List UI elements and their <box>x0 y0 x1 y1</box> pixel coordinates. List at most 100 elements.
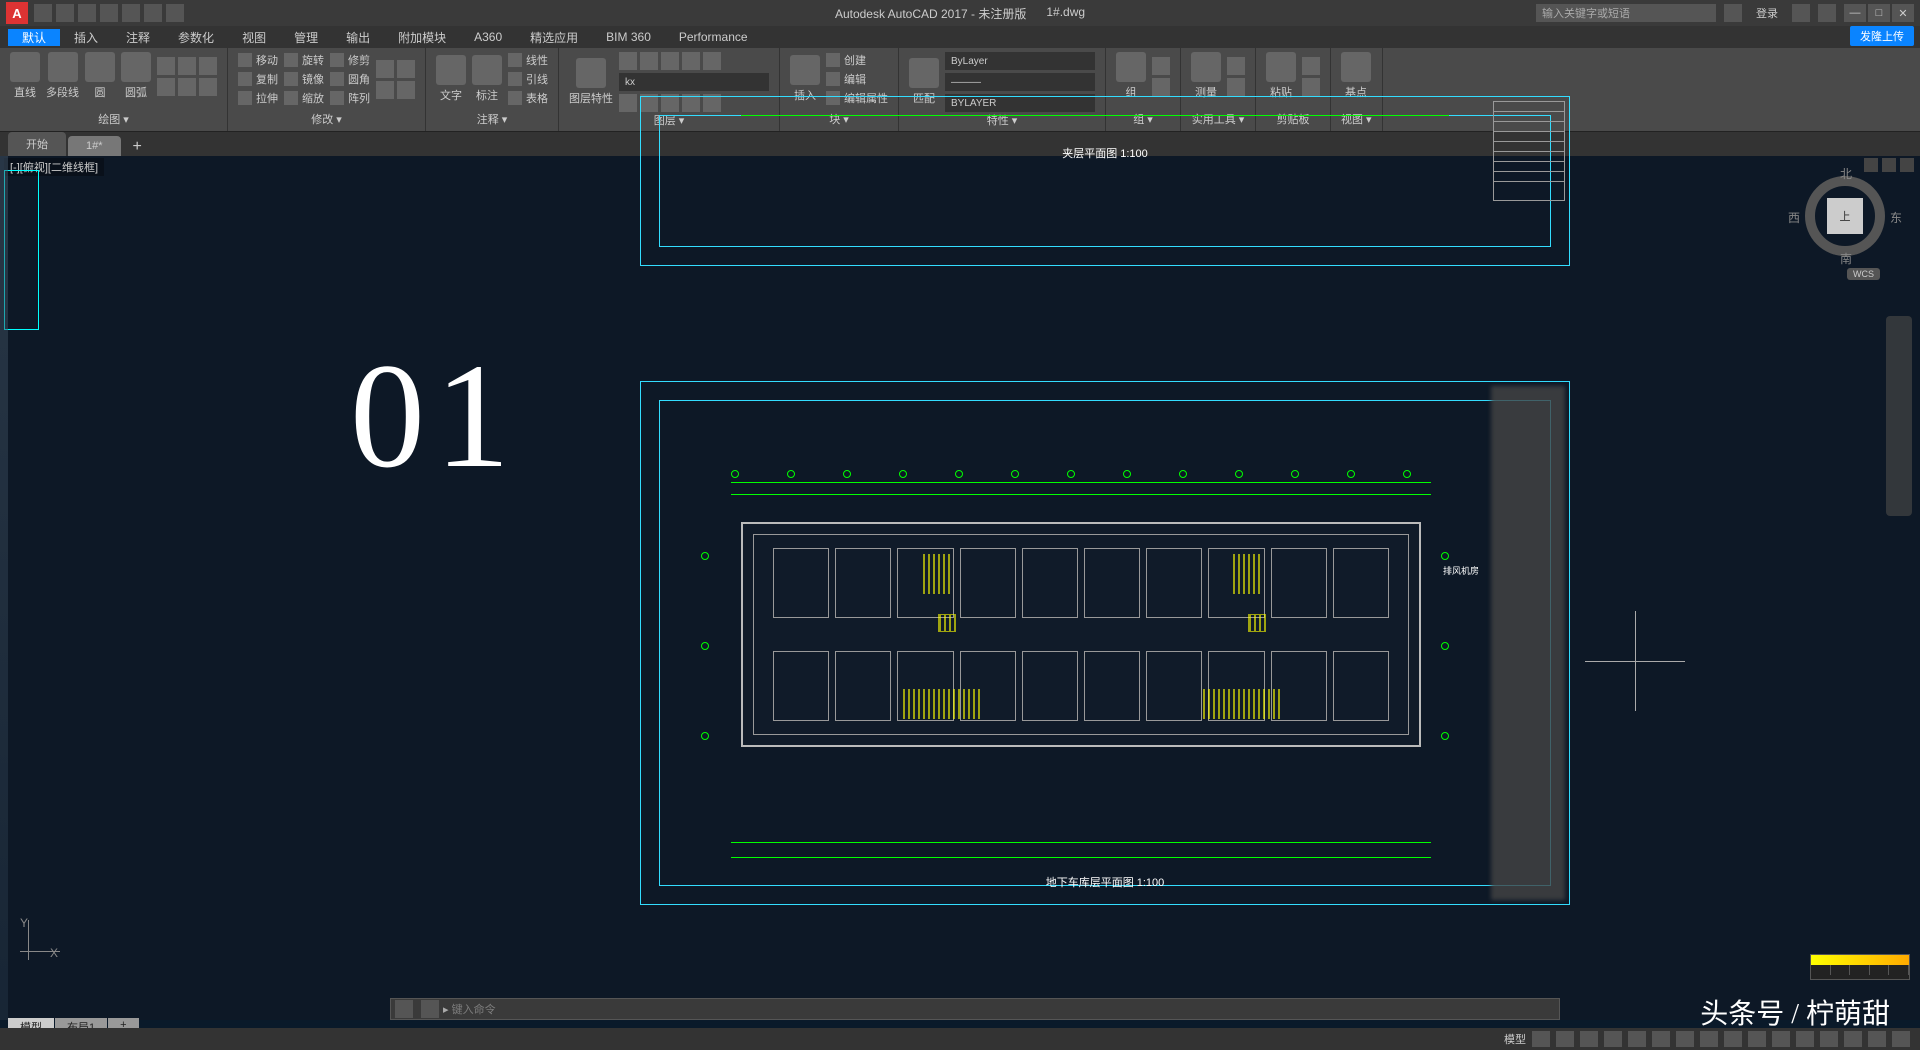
join-icon[interactable] <box>397 81 415 99</box>
spline-icon[interactable] <box>157 78 175 96</box>
qp-toggle-icon[interactable] <box>1724 1031 1742 1047</box>
scale-button[interactable]: 缩放 <box>284 90 324 106</box>
edit-block-button[interactable]: 编辑 <box>826 71 888 87</box>
fillet-button[interactable]: 圆角 <box>330 71 370 87</box>
cut-icon[interactable] <box>1302 57 1320 75</box>
view-cube[interactable]: 上 北 南 西 东 <box>1800 171 1890 261</box>
hatch-icon[interactable] <box>199 57 217 75</box>
grid-toggle-icon[interactable] <box>1532 1031 1550 1047</box>
minimize-button[interactable]: — <box>1844 4 1866 22</box>
osnap-toggle-icon[interactable] <box>1628 1031 1646 1047</box>
mirror-button[interactable]: 镜像 <box>284 71 324 87</box>
infocenter-icon[interactable] <box>1724 4 1742 22</box>
qat-plot-icon[interactable] <box>122 4 140 22</box>
rotate-button[interactable]: 旋转 <box>284 52 324 68</box>
cmd-options-icon[interactable] <box>421 1000 439 1018</box>
layer-lock-icon[interactable] <box>661 52 679 70</box>
tab-output[interactable]: 输出 <box>332 29 384 46</box>
tab-annotate[interactable]: 注释 <box>112 29 164 46</box>
group-edit-icon[interactable] <box>1152 78 1170 96</box>
layer-match-icon[interactable] <box>682 52 700 70</box>
paste-button[interactable]: 粘贴 <box>1266 52 1296 100</box>
line-button[interactable]: 直线 <box>10 52 40 100</box>
tab-a360[interactable]: A360 <box>460 30 516 44</box>
layer-on-icon[interactable] <box>619 94 637 112</box>
workspace-icon[interactable] <box>1796 1031 1814 1047</box>
tab-parametric[interactable]: 参数化 <box>164 29 228 46</box>
vp-close-icon[interactable] <box>1900 158 1914 172</box>
maximize-button[interactable]: □ <box>1868 4 1890 22</box>
arc-button[interactable]: 圆弧 <box>121 52 151 100</box>
close-button[interactable]: ✕ <box>1892 4 1914 22</box>
qat-undo-icon[interactable] <box>144 4 162 22</box>
hardware-accel-icon[interactable] <box>1820 1031 1838 1047</box>
filetab-new[interactable]: + <box>123 138 152 156</box>
viewcube-top-face[interactable]: 上 <box>1827 198 1863 234</box>
point-icon[interactable] <box>178 78 196 96</box>
filetab-start[interactable]: 开始 <box>8 132 66 156</box>
erase-icon[interactable] <box>376 81 394 99</box>
command-line[interactable]: ▸ 键入命令 <box>390 998 1560 1020</box>
trim-button[interactable]: 修剪 <box>330 52 370 68</box>
app-icon[interactable]: A <box>6 2 28 24</box>
lineweight-dropdown[interactable]: ——— <box>945 73 1095 91</box>
wcs-badge[interactable]: WCS <box>1847 268 1880 280</box>
filetab-drawing[interactable]: 1#* <box>68 136 121 156</box>
offset-icon[interactable] <box>397 60 415 78</box>
tab-addins[interactable]: 附加模块 <box>384 29 460 46</box>
help-search-input[interactable]: 输入关键字或短语 <box>1536 4 1716 22</box>
tab-default[interactable]: 默认 <box>8 29 60 46</box>
panel-label-modify[interactable]: 修改 ▾ <box>238 111 415 127</box>
dimension-button[interactable]: 标注 <box>472 55 502 103</box>
layer-dropdown[interactable]: kx <box>619 73 769 91</box>
explode-icon[interactable] <box>376 60 394 78</box>
sc-toggle-icon[interactable] <box>1748 1031 1766 1047</box>
leader-button[interactable]: 引线 <box>508 71 548 87</box>
cloud-upload-button[interactable]: 发隆上传 <box>1850 26 1914 46</box>
linear-button[interactable]: 线性 <box>508 52 548 68</box>
annoscale-icon[interactable] <box>1772 1031 1790 1047</box>
qat-new-icon[interactable] <box>34 4 52 22</box>
tab-featured[interactable]: 精选应用 <box>516 29 592 46</box>
measure-button[interactable]: 测量 <box>1191 52 1221 100</box>
vp-max-icon[interactable] <box>1882 158 1896 172</box>
tab-bim360[interactable]: BIM 360 <box>592 30 665 44</box>
qat-saveas-icon[interactable] <box>100 4 118 22</box>
copy-clip-icon[interactable] <box>1302 78 1320 96</box>
tab-insert[interactable]: 插入 <box>60 29 112 46</box>
exchange-icon[interactable] <box>1792 4 1810 22</box>
tab-performance[interactable]: Performance <box>665 30 762 44</box>
snap-toggle-icon[interactable] <box>1556 1031 1574 1047</box>
region-icon[interactable] <box>199 78 217 96</box>
ellipse-icon[interactable] <box>178 57 196 75</box>
help-icon[interactable] <box>1818 4 1836 22</box>
cmd-close-icon[interactable] <box>395 1000 413 1018</box>
qat-redo-icon[interactable] <box>166 4 184 22</box>
tab-view[interactable]: 视图 <box>228 29 280 46</box>
otrack-toggle-icon[interactable] <box>1652 1031 1670 1047</box>
move-button[interactable]: 移动 <box>238 52 278 68</box>
layer-freeze-icon[interactable] <box>640 52 658 70</box>
qat-open-icon[interactable] <box>56 4 74 22</box>
polar-toggle-icon[interactable] <box>1604 1031 1622 1047</box>
navigation-bar[interactable] <box>1886 316 1912 516</box>
customize-icon[interactable] <box>1892 1031 1910 1047</box>
copy-button[interactable]: 复制 <box>238 71 278 87</box>
vp-min-icon[interactable] <box>1864 158 1878 172</box>
transparency-toggle-icon[interactable] <box>1700 1031 1718 1047</box>
group-button[interactable]: 组 <box>1116 52 1146 100</box>
stretch-button[interactable]: 拉伸 <box>238 90 278 106</box>
status-model[interactable]: 模型 <box>1504 1031 1526 1047</box>
table-button[interactable]: 表格 <box>508 90 548 106</box>
base-view-button[interactable]: 基点 <box>1341 52 1371 100</box>
text-button[interactable]: 文字 <box>436 55 466 103</box>
layer-iso-icon[interactable] <box>703 52 721 70</box>
array-button[interactable]: 阵列 <box>330 90 370 106</box>
circle-button[interactable]: 圆 <box>85 52 115 100</box>
qat-save-icon[interactable] <box>78 4 96 22</box>
calc-icon[interactable] <box>1227 78 1245 96</box>
isolate-icon[interactable] <box>1844 1031 1862 1047</box>
color-dropdown[interactable]: ByLayer <box>945 52 1095 70</box>
layer-off-icon[interactable] <box>619 52 637 70</box>
rectangle-icon[interactable] <box>157 57 175 75</box>
